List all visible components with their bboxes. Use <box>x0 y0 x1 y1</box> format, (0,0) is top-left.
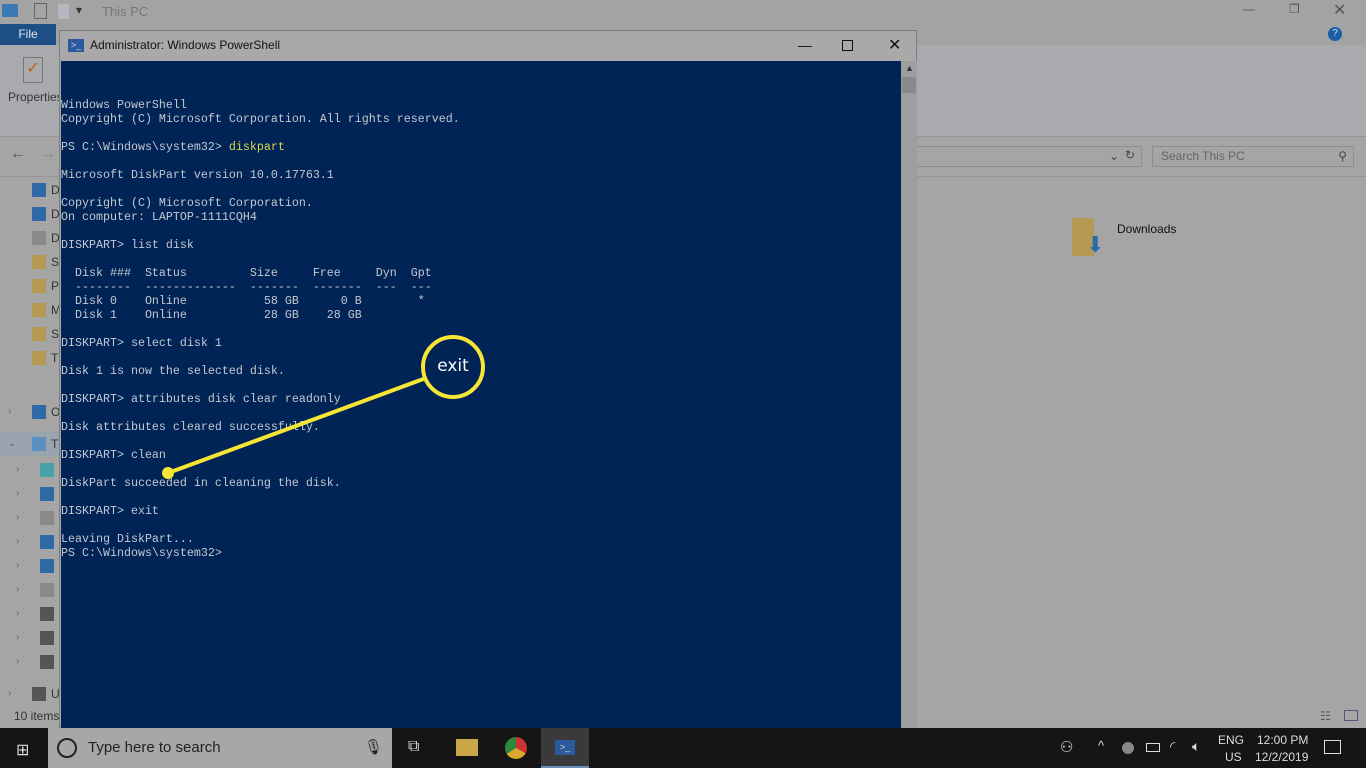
volume-icon[interactable]: 🔈︎ <box>1192 738 1200 755</box>
language-indicator[interactable]: ENG <box>1218 733 1244 747</box>
windows-start-icon[interactable]: ⊞ <box>16 740 29 760</box>
action-center-icon[interactable] <box>1324 740 1341 754</box>
cortana-icon <box>57 738 77 758</box>
task-view-icon[interactable]: ⧉ <box>408 738 419 756</box>
powershell-taskbar-button[interactable]: >_ <box>541 728 589 768</box>
callout-label: exit <box>437 356 469 376</box>
taskbar-search-box[interactable]: Type here to search 🎙︎ <box>48 728 392 768</box>
chrome-taskbar-icon[interactable] <box>505 737 527 759</box>
battery-icon[interactable] <box>1146 743 1160 752</box>
search-placeholder: Type here to search <box>88 739 221 756</box>
people-icon[interactable]: ⚇ <box>1060 738 1073 756</box>
clock-time[interactable]: 12:00 PM <box>1257 733 1308 747</box>
show-hidden-icons-chevron[interactable]: ^ <box>1098 738 1104 753</box>
region-code: US <box>1225 750 1242 764</box>
clock-date[interactable]: 12/2/2019 <box>1255 750 1308 764</box>
lang-code: ENG <box>1218 733 1245 747</box>
callout-annotation <box>162 335 485 479</box>
microphone-icon[interactable]: 🎙︎ <box>364 728 383 768</box>
onedrive-error-icon[interactable] <box>1122 742 1134 754</box>
callout-dot <box>162 467 174 479</box>
powershell-icon: >_ <box>555 740 575 755</box>
wifi-icon[interactable]: ◜ <box>1170 738 1175 755</box>
file-explorer-taskbar-icon[interactable] <box>456 739 478 756</box>
callout-line <box>167 376 427 475</box>
